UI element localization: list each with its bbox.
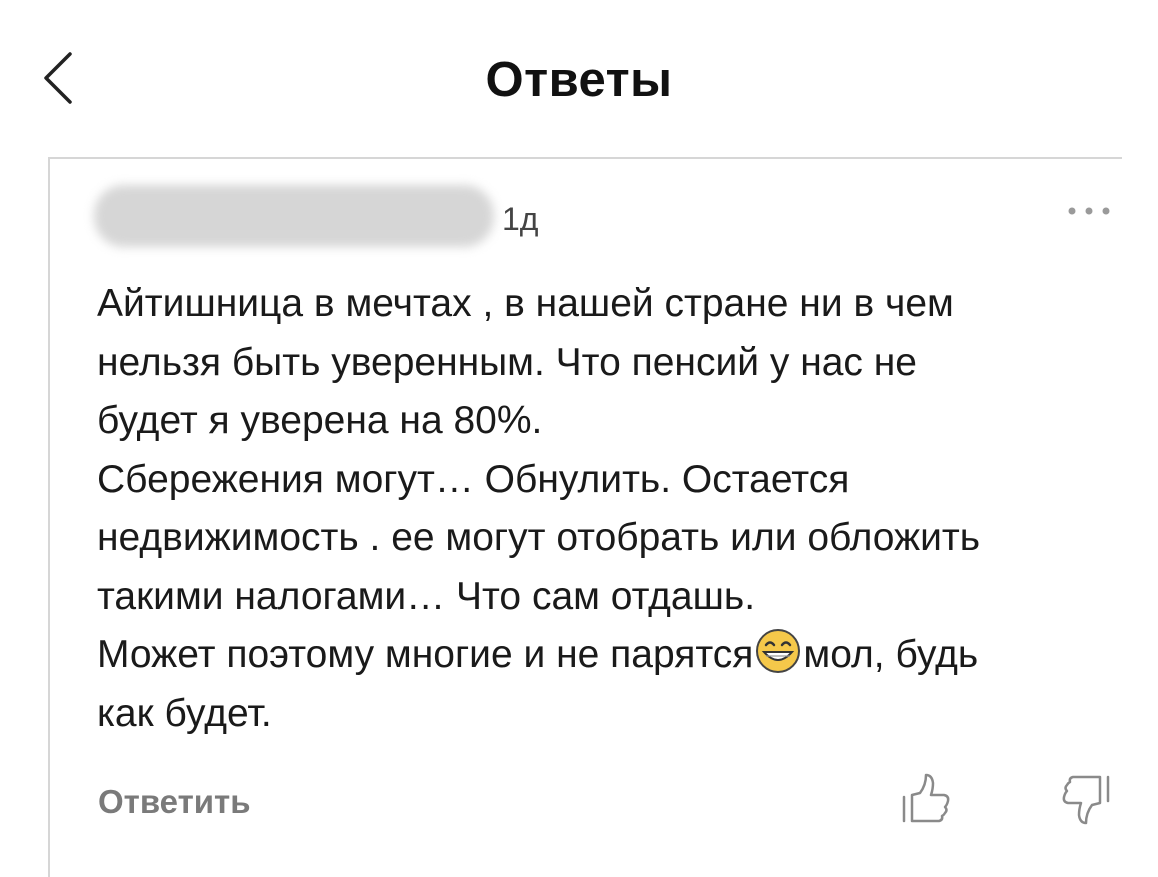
comment-text-part1: Айтишница в мечтах , в нашей стране ни в… — [97, 282, 981, 676]
more-options-button[interactable] — [1064, 201, 1114, 221]
author-name-redacted — [94, 185, 494, 247]
page-title: Ответы — [485, 53, 673, 107]
reply-button[interactable]: Ответить — [98, 783, 251, 821]
more-dots-icon — [1068, 207, 1110, 215]
dislike-button[interactable] — [1058, 771, 1114, 827]
comment-text: Айтишница в мечтах , в нашей стране ни в… — [97, 275, 1117, 743]
grinning-face-emoji — [756, 629, 801, 673]
top-bar: Ответы — [0, 0, 1158, 150]
thumbs-up-icon — [902, 773, 950, 823]
comment-time: 1д — [502, 201, 539, 237]
comment-card: 1д Айтишница в мечтах , в нашей стране н… — [48, 157, 1122, 877]
like-button[interactable] — [898, 771, 954, 827]
thumbs-down-icon — [1062, 775, 1110, 825]
